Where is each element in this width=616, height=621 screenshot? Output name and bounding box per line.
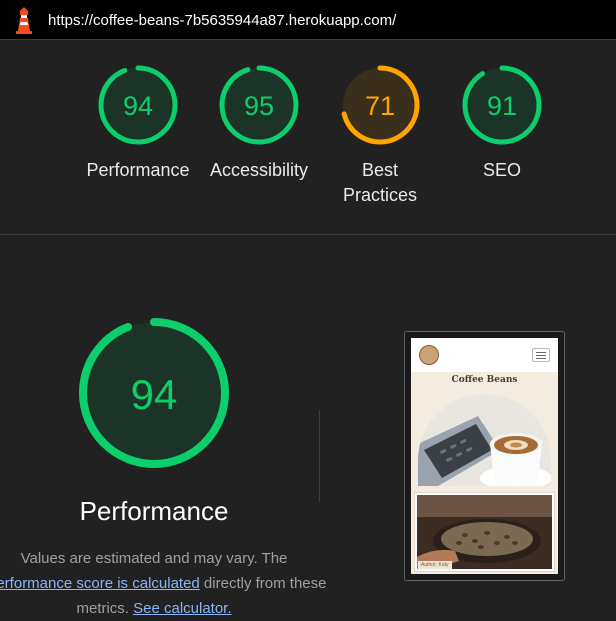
report-url[interactable]: https://coffee-beans-7b5635944a87.heroku… (48, 12, 396, 29)
desc-line2: performance score is calculated directly… (0, 571, 326, 596)
gauge-label: SEO (482, 160, 521, 180)
site-title: Coffee Beans (451, 375, 518, 385)
gauge-label: Accessibility (209, 160, 309, 180)
screenshot-screen: Coffee Beans Author: Katy (411, 338, 558, 574)
category-title: Performance (79, 496, 229, 526)
score-calculated-link[interactable]: performance score is calculated (0, 575, 200, 592)
desc-line3: metrics. See calculator. (0, 596, 320, 621)
gauge-label: Best Practices (320, 158, 440, 208)
gauge-score: 91 (487, 91, 517, 121)
coffee-laptop-image (418, 394, 551, 486)
gauge-ring: 94 (79, 318, 229, 468)
gauge-score: 94 (123, 91, 153, 121)
gauge-performance[interactable]: 94 Performance (78, 64, 198, 183)
section-divider (0, 234, 616, 235)
gauge-label: Performance (86, 160, 190, 180)
gauge-label-line2: Practices (342, 185, 418, 205)
coffee-beans-image: Author: Katy (414, 492, 555, 572)
gauge-label-line1: Best (361, 160, 399, 180)
gauge-score: 94 (131, 371, 178, 418)
site-logo (419, 345, 439, 365)
desc-mid: directly from these (199, 575, 327, 592)
site-navbar (411, 338, 558, 372)
vertical-divider (319, 410, 320, 502)
gauge-score: 95 (244, 91, 274, 121)
lighthouse-icon (12, 6, 36, 39)
image-author-caption: Author: Katy (418, 561, 452, 569)
gauge-ring: 71 (340, 65, 420, 145)
gauge-accessibility[interactable]: 95 Accessibility (199, 64, 319, 183)
gauge-seo[interactable]: 91 SEO (442, 64, 562, 183)
see-calculator-link[interactable]: See calculator. (133, 600, 231, 617)
gauge-best-practices[interactable]: 71 Best Practices (320, 64, 440, 208)
gauge-ring: 91 (462, 65, 542, 145)
gauge-ring: 94 (98, 65, 178, 145)
performance-gauge-large: 94 (76, 315, 232, 476)
score-description: Values are estimated and may vary. The p… (0, 546, 326, 621)
final-screenshot[interactable]: Coffee Beans Author: Katy (404, 331, 565, 581)
hamburger-icon (532, 348, 550, 362)
gauge-ring: 95 (219, 65, 299, 145)
gauge-score: 71 (365, 91, 395, 121)
top-bar: https://coffee-beans-7b5635944a87.heroku… (0, 0, 616, 40)
hero-image (418, 394, 551, 486)
desc-line1: Values are estimated and may vary. The (20, 550, 288, 567)
desc-prefix: metrics. (76, 600, 134, 617)
